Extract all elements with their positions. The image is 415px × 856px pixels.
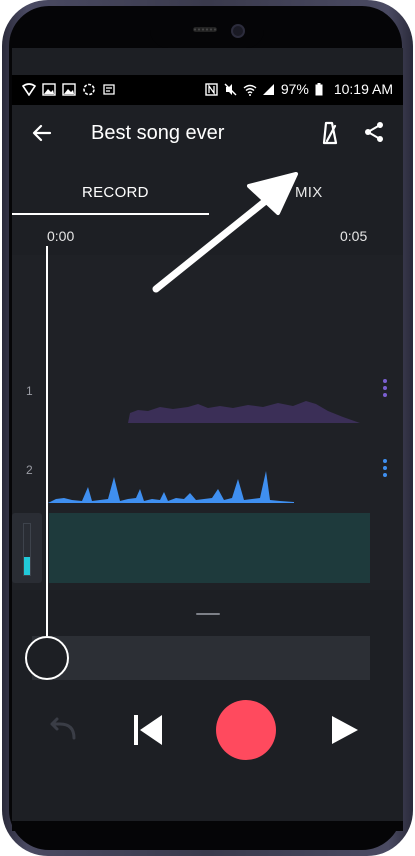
track-2-waveform[interactable] [48, 461, 298, 505]
playhead-knob[interactable] [25, 636, 69, 680]
play-icon[interactable] [326, 712, 362, 748]
metronome-icon[interactable] [318, 119, 342, 145]
track-1-menu[interactable] [383, 379, 387, 397]
playhead-line [46, 246, 48, 662]
share-icon[interactable] [362, 120, 386, 144]
song-title: Best song ever [91, 122, 225, 144]
app-icon [102, 83, 116, 96]
status-right-icons: 97% 10:19 AM [205, 81, 393, 97]
transport-controls [12, 690, 403, 770]
app-bar: Best song ever [12, 105, 403, 161]
track-1-waveform[interactable] [48, 395, 363, 425]
app-screen: 97% 10:19 AM Best song ever RECORD MIX 0… [12, 75, 403, 821]
tab-bar: RECORD MIX [12, 161, 403, 217]
tab-mix[interactable]: MIX [295, 184, 323, 201]
status-left-icons [21, 83, 116, 97]
battery-icon [315, 82, 328, 96]
tab-record[interactable]: RECORD [82, 184, 149, 201]
track-number-1: 1 [26, 384, 33, 398]
battery-text: 97% [280, 81, 309, 97]
record-button-icon[interactable] [216, 700, 276, 760]
time-start: 0:00 [47, 228, 75, 244]
skip-previous-icon[interactable] [130, 712, 166, 748]
track-number-2: 2 [26, 463, 33, 477]
front-camera [231, 24, 245, 38]
signal-icon [262, 83, 275, 96]
arrow-left-icon[interactable] [30, 121, 54, 145]
scrub-bar[interactable] [32, 636, 370, 680]
top-screen-strip [12, 48, 403, 75]
track-2-menu[interactable] [383, 459, 387, 477]
wifi-shield-icon [21, 83, 37, 97]
level-meter-fill [24, 557, 30, 575]
undo-icon[interactable] [44, 716, 84, 744]
tab-indicator [12, 213, 209, 215]
nfc-icon [205, 82, 218, 96]
image-icon [62, 83, 76, 96]
sync-icon [82, 83, 96, 96]
recording-track[interactable] [49, 513, 370, 583]
timeline-ruler: 0:00 0:05 [12, 217, 403, 255]
image-icon [42, 83, 56, 96]
speaker-grille [193, 27, 217, 32]
status-bar: 97% 10:19 AM [12, 75, 403, 105]
time-end: 0:05 [340, 228, 368, 244]
input-level-meter [12, 513, 42, 583]
drag-handle[interactable] [196, 613, 220, 615]
clock: 10:19 AM [333, 81, 393, 97]
bottom-bezel [12, 821, 403, 831]
wifi-icon [243, 83, 257, 96]
mute-icon [224, 83, 237, 96]
